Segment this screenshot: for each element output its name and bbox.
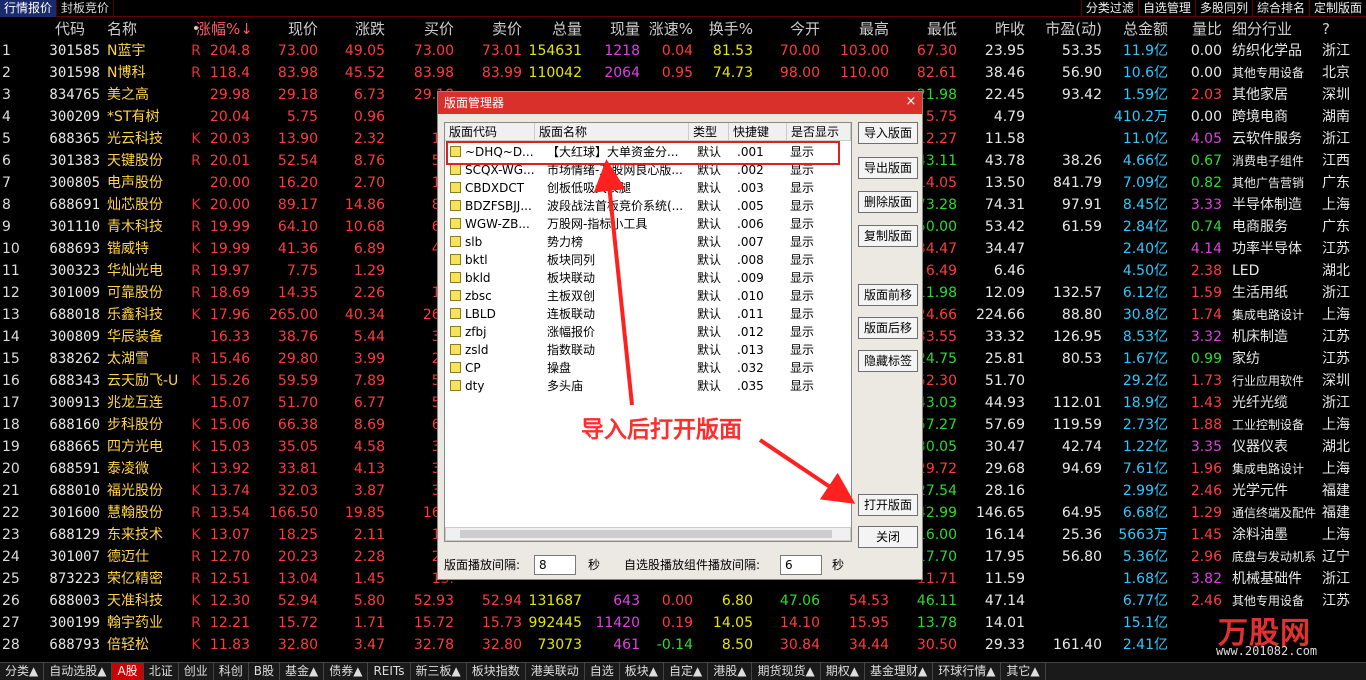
- arrow-to-layout: [593, 159, 634, 406]
- arrow-to-open-button: [758, 438, 856, 504]
- annotation-arrows: [593, 159, 856, 504]
- app-window: 行情报价 封板竞价 分类过滤 自选管理 多股同列 综合排名 定制版面 代码 名称…: [0, 0, 1366, 680]
- annotation-text: 导入后打开版面: [581, 417, 742, 443]
- watermark-url: www.201082.com: [1216, 644, 1318, 658]
